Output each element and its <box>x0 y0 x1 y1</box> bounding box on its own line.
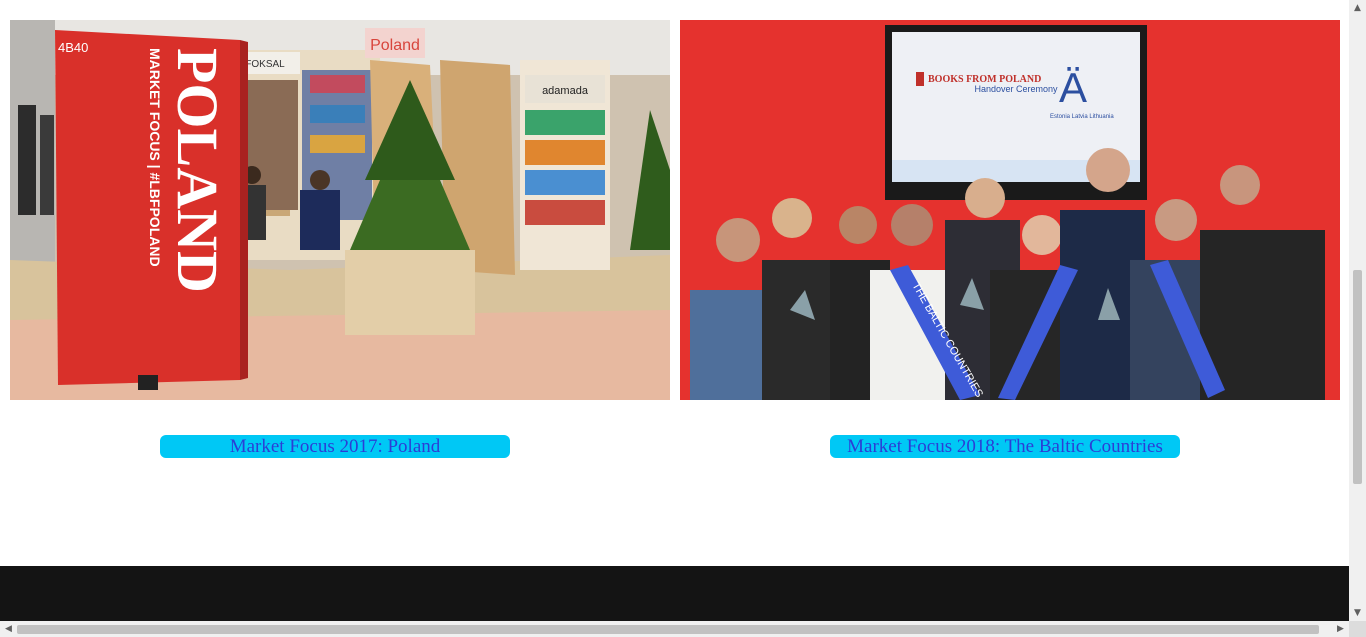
market-focus-baltic-photo[interactable]: BOOKS FROM POLAND Handover Ceremony Ä Es… <box>680 20 1340 400</box>
footer <box>0 566 1349 621</box>
scroll-down-arrow-icon[interactable]: ▼ <box>1349 605 1366 621</box>
screen-ceremony-text: Handover Ceremony <box>974 84 1058 94</box>
sign-foksal: FOKSAL <box>245 59 285 70</box>
banner-title: POLAND <box>165 48 230 293</box>
sign-adamada: adamada <box>542 85 589 97</box>
screen-countries: Estonia Latvia Lithuania <box>1050 114 1114 120</box>
poland-stand-image: adamada Poland FOKSAL 4B40 POLAND MARKET… <box>10 20 670 400</box>
page: adamada Poland FOKSAL 4B40 POLAND MARKET… <box>0 0 1349 621</box>
market-focus-2017-poland-link[interactable]: Market Focus 2017: Poland <box>160 435 510 458</box>
vertical-scrollbar[interactable]: ▲ ▼ <box>1349 0 1366 621</box>
vertical-scroll-thumb[interactable] <box>1353 270 1362 484</box>
horizontal-scroll-thumb[interactable] <box>17 625 1319 634</box>
scrollbar-corner <box>1349 621 1366 637</box>
market-focus-2018-baltic-link[interactable]: Market Focus 2018: The Baltic Countries <box>830 435 1180 458</box>
screen-mark: Ä <box>1059 64 1087 111</box>
banner-subtitle: MARKET FOCUS | #LBFPOLAND <box>147 48 163 267</box>
baltic-handover-image: BOOKS FROM POLAND Handover Ceremony Ä Es… <box>680 20 1340 400</box>
sign-poland-top: Poland <box>370 37 420 54</box>
scroll-up-arrow-icon[interactable]: ▲ <box>1349 0 1366 16</box>
scroll-left-arrow-icon[interactable]: ◀ <box>0 621 17 637</box>
horizontal-scrollbar[interactable]: ◀ ▶ <box>0 621 1349 637</box>
scroll-right-arrow-icon[interactable]: ▶ <box>1332 621 1349 637</box>
stand-code: 4B40 <box>58 40 88 55</box>
market-focus-poland-photo[interactable]: adamada Poland FOKSAL 4B40 POLAND MARKET… <box>10 20 670 400</box>
